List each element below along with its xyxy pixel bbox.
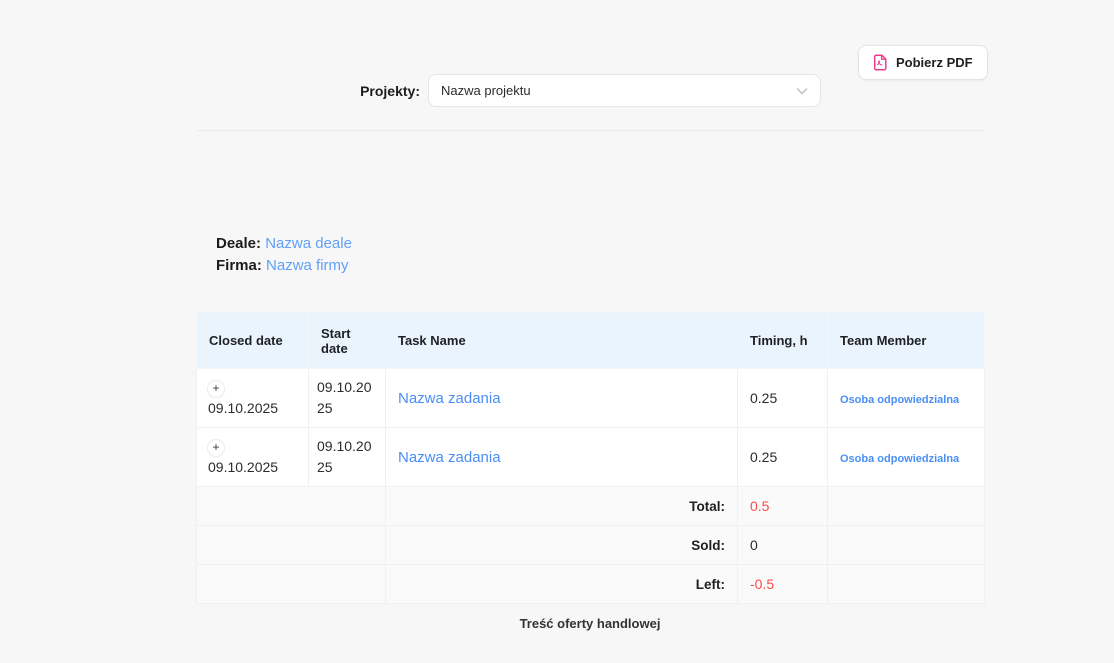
offer-content-note: Treść oferty handlowej <box>196 616 984 631</box>
project-report-page: Pobierz PDF Projekty: Nazwa projektu Dea… <box>0 0 1114 663</box>
summary-empty-cell <box>828 526 985 565</box>
total-value: 0.5 <box>738 487 828 526</box>
timing-cell: 0.25 <box>738 428 828 487</box>
table-row: +09.10.2025 09.10.2025 Nazwa zadania 0.2… <box>197 428 985 487</box>
timing-cell: 0.25 <box>738 369 828 428</box>
team-member-link[interactable]: Osoba odpowiedzialna <box>840 394 959 406</box>
team-member-cell: Osoba odpowiedzialna <box>828 428 985 487</box>
summary-empty-cell <box>828 487 985 526</box>
company-name-link[interactable]: Nazwa firmy <box>266 257 349 274</box>
deal-line: Deale: Nazwa deale <box>216 233 352 255</box>
left-label: Left: <box>386 565 738 604</box>
table-row: +09.10.2025 09.10.2025 Nazwa zadania 0.2… <box>197 369 985 428</box>
summary-empty-cell <box>197 565 386 604</box>
table-header-row: Closed date Start date Task Name Timing,… <box>197 313 985 369</box>
company-label: Firma: <box>216 257 262 274</box>
total-label: Total: <box>386 487 738 526</box>
team-member-cell: Osoba odpowiedzialna <box>828 369 985 428</box>
start-date-value: 09.10.2025 <box>317 438 372 475</box>
sold-value: 0 <box>738 526 828 565</box>
left-value: -0.5 <box>738 565 828 604</box>
summary-row-sold: Sold: 0 <box>197 526 985 565</box>
start-date-cell: 09.10.2025 <box>309 428 386 487</box>
task-name-link[interactable]: Nazwa zadania <box>398 390 501 407</box>
team-member-link[interactable]: Osoba odpowiedzialna <box>840 453 959 465</box>
summary-row-left: Left: -0.5 <box>197 565 985 604</box>
task-name-cell: Nazwa zadania <box>386 369 738 428</box>
deal-info-block: Deale: Nazwa deale Firma: Nazwa firmy <box>216 233 352 277</box>
summary-row-total: Total: 0.5 <box>197 487 985 526</box>
expand-row-icon[interactable]: + <box>208 381 224 397</box>
closed-date-cell: +09.10.2025 <box>197 369 309 428</box>
company-line: Firma: Nazwa firmy <box>216 255 352 277</box>
project-selector-label: Projekty: <box>340 83 420 99</box>
header-team-member: Team Member <box>828 313 985 369</box>
chevron-down-icon <box>796 83 808 98</box>
project-select-value: Nazwa projektu <box>441 83 531 98</box>
pdf-file-icon <box>873 54 888 71</box>
start-date-cell: 09.10.2025 <box>309 369 386 428</box>
summary-empty-cell <box>197 526 386 565</box>
closed-date-value: 09.10.2025 <box>208 459 278 475</box>
header-timing: Timing, h <box>738 313 828 369</box>
summary-empty-cell <box>197 487 386 526</box>
task-name-cell: Nazwa zadania <box>386 428 738 487</box>
closed-date-cell: +09.10.2025 <box>197 428 309 487</box>
section-divider <box>196 130 984 131</box>
project-selector-row: Projekty: Nazwa projektu <box>340 74 821 107</box>
start-date-value: 09.10.2025 <box>317 379 372 416</box>
header-closed-date: Closed date <box>197 313 309 369</box>
task-name-link[interactable]: Nazwa zadania <box>398 449 501 466</box>
summary-empty-cell <box>828 565 985 604</box>
download-pdf-button[interactable]: Pobierz PDF <box>858 45 988 80</box>
download-pdf-label: Pobierz PDF <box>896 55 973 70</box>
header-start-date: Start date <box>309 313 386 369</box>
header-task-name: Task Name <box>386 313 738 369</box>
deal-label: Deale: <box>216 235 261 252</box>
deal-name-link[interactable]: Nazwa deale <box>265 235 352 252</box>
expand-row-icon[interactable]: + <box>208 440 224 456</box>
closed-date-value: 09.10.2025 <box>208 400 278 416</box>
sold-label: Sold: <box>386 526 738 565</box>
project-select[interactable]: Nazwa projektu <box>428 74 821 107</box>
tasks-table: Closed date Start date Task Name Timing,… <box>196 312 985 604</box>
